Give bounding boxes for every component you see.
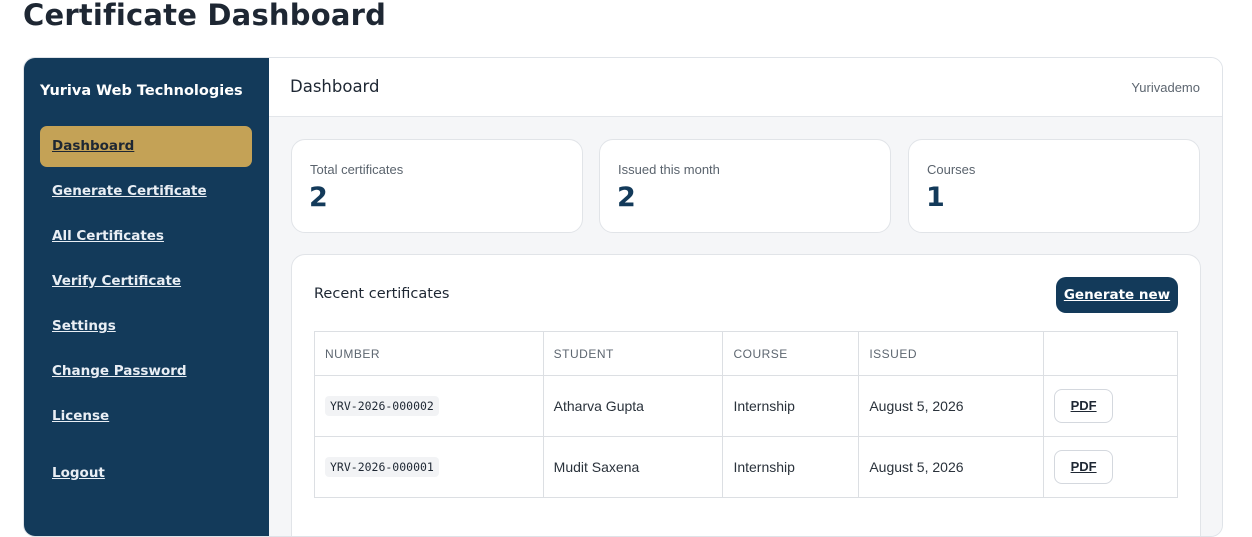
column-header-issued: ISSUED xyxy=(858,331,1045,376)
pdf-button[interactable]: PDF xyxy=(1054,389,1114,423)
sidebar-item-all-certificates[interactable]: All Certificates xyxy=(40,216,252,257)
cell-issued: August 5, 2026 xyxy=(858,375,1045,437)
dashboard-shell: Yuriva Web Technologies Dashboard Genera… xyxy=(23,57,1223,537)
cell-number: YRV-2026-000002 xyxy=(314,375,544,437)
table-row: YRV-2026-000002 Atharva Gupta Internship… xyxy=(314,375,1178,437)
stat-value: 1 xyxy=(926,182,945,213)
current-user: Yurivademo xyxy=(1131,80,1200,95)
sidebar-item-verify-certificate[interactable]: Verify Certificate xyxy=(40,261,252,302)
column-header-actions xyxy=(1043,331,1178,376)
topbar: Dashboard Yurivademo xyxy=(269,58,1222,117)
topbar-title: Dashboard xyxy=(290,77,380,96)
cell-student: Mudit Saxena xyxy=(542,436,724,498)
recent-certificates-title: Recent certificates xyxy=(314,286,450,302)
cell-actions: PDF xyxy=(1043,375,1178,437)
cell-number: YRV-2026-000001 xyxy=(314,436,544,498)
sidebar-item-logout[interactable]: Logout xyxy=(40,453,252,494)
stat-value: 2 xyxy=(309,182,328,213)
sidebar-item-change-password[interactable]: Change Password xyxy=(40,351,252,392)
sidebar-item-settings[interactable]: Settings xyxy=(40,306,252,347)
column-header-student: STUDENT xyxy=(542,331,724,376)
generate-new-button[interactable]: Generate new xyxy=(1056,277,1178,313)
certificates-table: NUMBER STUDENT COURSE ISSUED YRV-2026-00… xyxy=(314,331,1178,498)
pdf-button[interactable]: PDF xyxy=(1054,450,1114,484)
certificate-number: YRV-2026-000002 xyxy=(325,396,439,416)
sidebar-item-license[interactable]: License xyxy=(40,396,252,437)
stat-card-courses: Courses 1 xyxy=(908,139,1200,233)
stat-card-total-certificates: Total certificates 2 xyxy=(291,139,583,233)
certificate-number: YRV-2026-000001 xyxy=(325,457,439,477)
brand-name: Yuriva Web Technologies xyxy=(40,83,243,99)
stat-label: Courses xyxy=(927,162,976,177)
cell-course: Internship xyxy=(722,436,860,498)
column-header-course: COURSE xyxy=(722,331,860,376)
recent-certificates-card: Recent certificates Generate new NUMBER … xyxy=(291,254,1201,536)
cell-course: Internship xyxy=(722,375,860,437)
cell-issued: August 5, 2026 xyxy=(858,436,1045,498)
main-content: Dashboard Yurivademo Total certificates … xyxy=(269,58,1222,536)
stat-card-issued-this-month: Issued this month 2 xyxy=(599,139,891,233)
stat-label: Issued this month xyxy=(618,162,720,177)
page-title: Certificate Dashboard xyxy=(23,0,387,32)
sidebar: Yuriva Web Technologies Dashboard Genera… xyxy=(24,58,269,536)
stat-label: Total certificates xyxy=(310,162,404,177)
cell-actions: PDF xyxy=(1043,436,1178,498)
sidebar-item-generate-certificate[interactable]: Generate Certificate xyxy=(40,171,252,212)
table-header-row: NUMBER STUDENT COURSE ISSUED xyxy=(314,331,1178,376)
stat-value: 2 xyxy=(617,182,636,213)
cell-student: Atharva Gupta xyxy=(542,375,724,437)
table-row: YRV-2026-000001 Mudit Saxena Internship … xyxy=(314,436,1178,498)
sidebar-item-dashboard[interactable]: Dashboard xyxy=(40,126,252,167)
column-header-number: NUMBER xyxy=(314,331,544,376)
